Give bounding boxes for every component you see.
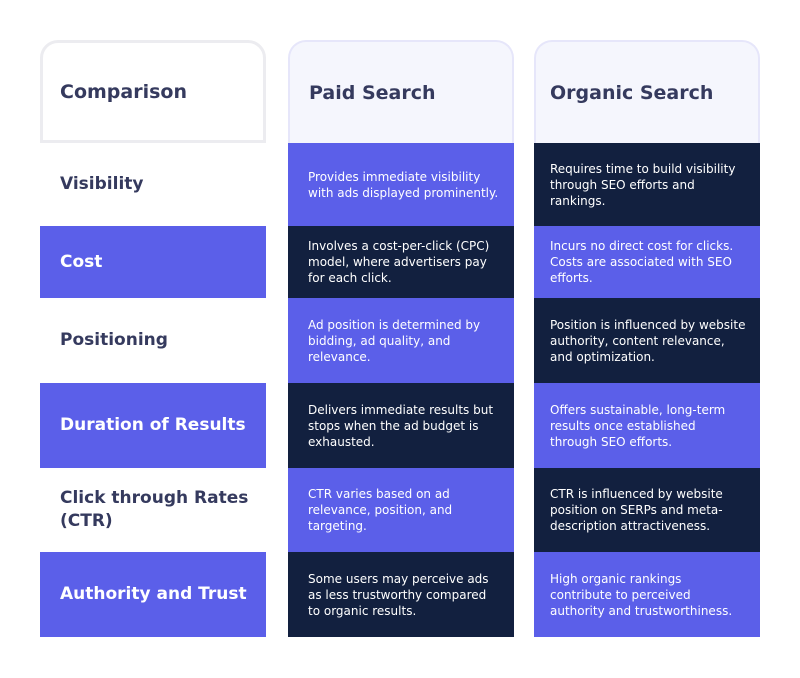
organic-authority-cell: High organic rankings contribute to perc… <box>534 552 760 637</box>
organic-ctr-cell: CTR is influenced by website position on… <box>534 468 760 552</box>
row-label-visibility: Visibility <box>40 143 266 226</box>
paid-positioning-cell: Ad position is determined by bidding, ad… <box>288 298 514 383</box>
comparison-column: Comparison Visibility Cost Positioning D… <box>40 40 266 637</box>
paid-duration-cell: Delivers immediate results but stops whe… <box>288 383 514 468</box>
row-label-cost: Cost <box>40 226 266 298</box>
row-label-duration: Duration of Results <box>40 383 266 468</box>
row-label-ctr: Click through Rates (CTR) <box>40 468 266 552</box>
row-label-authority: Authority and Trust <box>40 552 266 637</box>
organic-duration-cell: Offers sustainable, long-term results on… <box>534 383 760 468</box>
paid-cost-cell: Involves a cost-per-click (CPC) model, w… <box>288 226 514 298</box>
paid-search-header: Paid Search <box>288 40 514 143</box>
comparison-header: Comparison <box>40 40 266 143</box>
organic-cost-cell: Incurs no direct cost for clicks. Costs … <box>534 226 760 298</box>
organic-search-column: Organic Search Requires time to build vi… <box>534 40 760 637</box>
paid-search-column: Paid Search Provides immediate visibilit… <box>288 40 514 637</box>
row-label-positioning: Positioning <box>40 298 266 383</box>
organic-positioning-cell: Position is influenced by website author… <box>534 298 760 383</box>
paid-visibility-cell: Provides immediate visibility with ads d… <box>288 143 514 226</box>
organic-search-header: Organic Search <box>534 40 760 143</box>
paid-ctr-cell: CTR varies based on ad relevance, positi… <box>288 468 514 552</box>
organic-visibility-cell: Requires time to build visibility throug… <box>534 143 760 226</box>
paid-authority-cell: Some users may perceive ads as less trus… <box>288 552 514 637</box>
